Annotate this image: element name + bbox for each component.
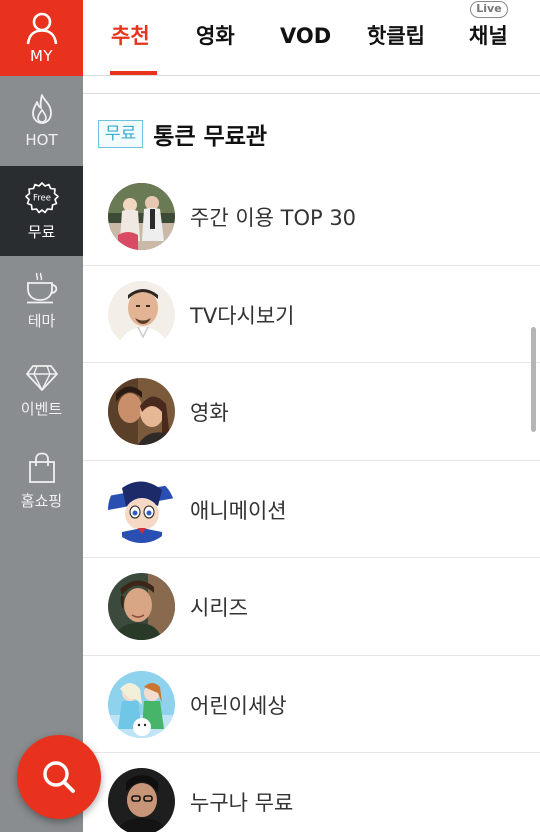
live-badge: Live	[470, 1, 508, 18]
thumbnail-movie	[108, 378, 175, 445]
list-item-animation[interactable]: 애니메이션	[83, 461, 540, 558]
rail-item-free[interactable]: Free 무료	[0, 166, 83, 256]
left-rail: MY HOT Free 무료 테마 이벤트 홈쇼핑	[0, 0, 83, 832]
thumbnail-series	[108, 573, 175, 640]
rail-item-theme[interactable]: 테마	[0, 256, 83, 346]
rail-label-free: 무료	[27, 222, 56, 241]
top-tab-bar: 추천 영화 VOD 핫클립 Live 채널	[83, 0, 540, 76]
list-item-label: TV다시보기	[190, 303, 295, 328]
list-item-tv-replay[interactable]: TV다시보기	[83, 266, 540, 363]
rail-item-hot[interactable]: HOT	[0, 76, 83, 166]
tab-channel[interactable]: 채널	[469, 18, 508, 54]
tab-recommend[interactable]: 추천	[111, 18, 150, 54]
rail-label-hot: HOT	[25, 131, 58, 149]
tab-vod[interactable]: VOD	[280, 18, 331, 54]
user-icon	[26, 12, 57, 45]
list-item-label: 주간 이용 TOP 30	[190, 206, 357, 230]
main-content: 무료 통큰 무료관 주간 이용 TOP 30 TV다시보기 영화 애니메이션 시…	[83, 77, 540, 832]
my-label: MY	[29, 47, 54, 65]
rail-item-homeshopping[interactable]: 홈쇼핑	[0, 436, 83, 526]
rail-label-event: 이벤트	[20, 399, 63, 418]
tab-hotclip[interactable]: 핫클립	[367, 18, 425, 54]
tab-movie[interactable]: 영화	[196, 18, 235, 54]
list-item-free-for-all[interactable]: 누구나 무료	[83, 753, 540, 832]
list-item-label: 애니메이션	[190, 498, 287, 523]
section-title: 통큰 무료관	[153, 124, 268, 150]
coffee-cup-icon	[26, 272, 57, 303]
active-tab-indicator	[110, 71, 157, 75]
free-tag: 무료	[98, 120, 144, 148]
divider	[83, 93, 540, 94]
free-badge-icon: Free	[24, 181, 59, 213]
rail-label-homeshopping: 홈쇼핑	[20, 491, 63, 510]
list-item-series[interactable]: 시리즈	[83, 558, 540, 656]
thumbnail-kids	[108, 670, 175, 738]
diamond-icon	[25, 364, 58, 391]
scrollbar-thumb[interactable]	[531, 327, 536, 432]
list-item-weekly-top30[interactable]: 주간 이용 TOP 30	[83, 168, 540, 266]
list-item-label: 누구나 무료	[190, 791, 294, 815]
app-root: MY HOT Free 무료 테마 이벤트 홈쇼핑 추천 영화 VOD 핫클립 …	[0, 0, 540, 832]
thumbnail-free-for-all	[108, 768, 175, 832]
list-item-label: 어린이세상	[190, 693, 287, 718]
thumbnail-tv-replay	[108, 280, 175, 348]
category-list: 주간 이용 TOP 30 TV다시보기 영화 애니메이션 시리즈 어린이세상 누…	[83, 168, 540, 832]
thumbnail-animation	[108, 475, 175, 543]
list-item-movie[interactable]: 영화	[83, 363, 540, 461]
search-button[interactable]	[17, 735, 101, 819]
free-badge-text: Free	[32, 193, 50, 203]
thumbnail-weekly-top30	[108, 183, 175, 250]
rail-label-theme: 테마	[27, 311, 56, 330]
my-button[interactable]: MY	[0, 0, 83, 76]
shopping-bag-icon	[28, 452, 55, 483]
list-item-label: 시리즈	[190, 596, 248, 620]
rail-item-event[interactable]: 이벤트	[0, 346, 83, 436]
search-icon	[43, 761, 75, 793]
list-item-kids[interactable]: 어린이세상	[83, 656, 540, 753]
flame-icon	[31, 94, 52, 124]
section-header: 무료 통큰 무료관	[98, 118, 267, 150]
list-item-label: 영화	[190, 401, 229, 425]
